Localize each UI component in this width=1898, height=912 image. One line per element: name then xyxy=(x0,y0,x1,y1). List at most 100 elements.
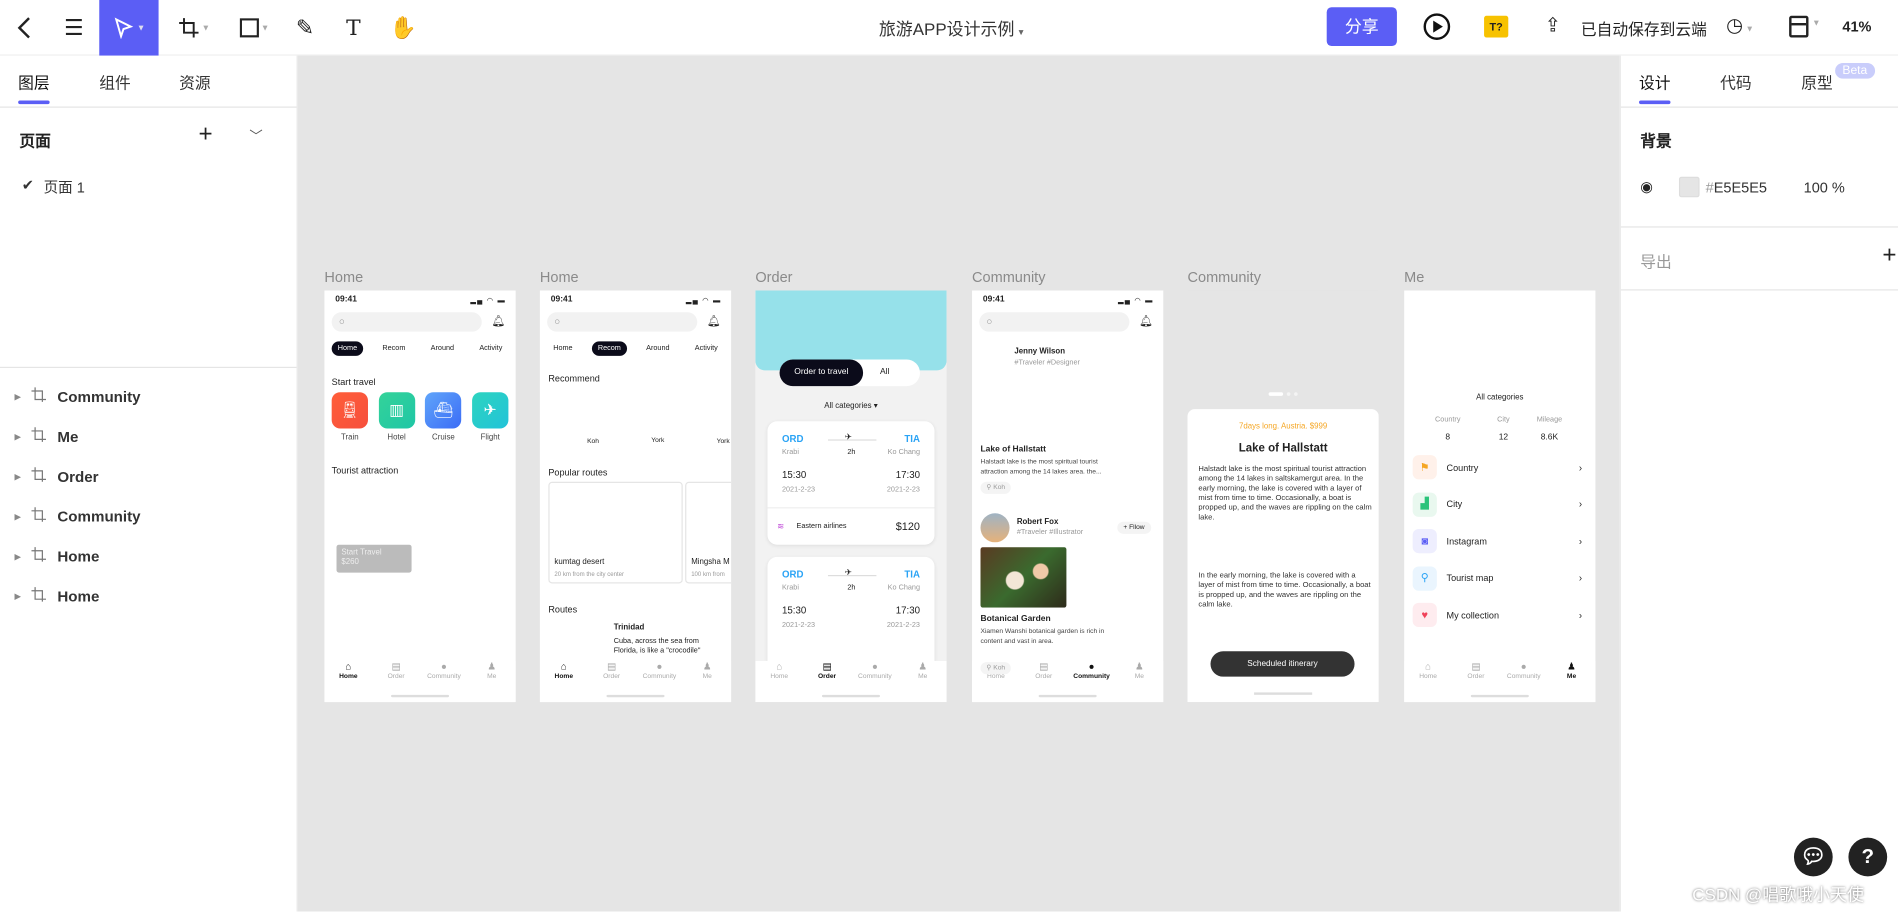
frame-label[interactable]: Order xyxy=(755,269,792,286)
service-train[interactable]: 🚆︎ Train xyxy=(331,392,368,442)
frame-label[interactable]: Home xyxy=(324,269,363,286)
nav-item-home[interactable]: ⌂Home xyxy=(757,661,801,702)
frame-label[interactable]: Me xyxy=(1404,269,1424,286)
frame-community-detail[interactable]: 7days long. Austria. $999 Lake of Hallst… xyxy=(1187,290,1379,703)
search-bar[interactable]: ○ xyxy=(979,312,1130,332)
rectangle-icon[interactable]: ▼ xyxy=(230,0,278,56)
tab-recom[interactable]: Recom xyxy=(376,341,411,356)
user-name[interactable]: Jenny Wilson xyxy=(1014,347,1065,355)
tab-activity[interactable]: Activity xyxy=(473,341,508,356)
back-button[interactable] xyxy=(0,0,48,56)
service-hotel[interactable]: ▥ Hotel xyxy=(378,392,415,442)
tab-recom[interactable]: Recom xyxy=(591,341,627,356)
pen-icon[interactable]: ✎ xyxy=(281,0,329,56)
route-title[interactable]: Trinidad xyxy=(614,623,645,631)
menu-item[interactable]: ⚑ Country › xyxy=(1412,455,1582,480)
tab-around[interactable]: Around xyxy=(640,341,676,356)
location-tag[interactable]: ⚲ Koh xyxy=(980,662,1012,675)
color-hex-field[interactable]: #E5E5E5 xyxy=(1706,179,1767,196)
route-card[interactable]: kumtag desert 20 km from the city center xyxy=(548,481,683,584)
add-export-button[interactable]: + xyxy=(1882,242,1896,270)
frame-home[interactable]: 09:41 ▂▄ ◠ ▬ ○ 🔔︎ Home Recom Around Activit… xyxy=(324,290,516,703)
layer-item[interactable]: ▶ Community xyxy=(15,506,141,527)
frame-home-recom[interactable]: 09:41 ▂▄ ◠ ▬ ○ 🔔︎ Home Recom Around Activit… xyxy=(539,290,732,703)
frame-community[interactable]: 09:41 ▂▄ ◠ ▬ ○ 🔔︎ Jenny Wilson #Traveler… xyxy=(972,290,1164,703)
carousel-dot-active[interactable] xyxy=(1268,392,1284,396)
tab-activity[interactable]: Activity xyxy=(689,341,724,356)
tab-code[interactable]: 代码 xyxy=(1720,70,1751,93)
service-flight[interactable]: ✈︎ Flight xyxy=(472,392,509,442)
tab-prototype[interactable]: 原型 xyxy=(1801,70,1832,93)
menu-item[interactable]: ▟ City › xyxy=(1412,492,1582,517)
frame-order[interactable]: Order to travel All All categories ▾ ORD… xyxy=(755,290,947,703)
layer-item[interactable]: ▶ Home xyxy=(15,546,99,567)
expand-arrow-icon[interactable]: ▶ xyxy=(15,511,22,521)
carousel-dot[interactable] xyxy=(1294,392,1298,396)
nav-item-home[interactable]: ⌂Home xyxy=(327,661,371,702)
add-page-button[interactable]: + xyxy=(199,121,213,149)
tab-around[interactable]: Around xyxy=(425,341,461,356)
tab-components[interactable]: 组件 xyxy=(99,70,130,93)
categories-dropdown[interactable]: All categories ▾ xyxy=(755,401,946,410)
promo-card[interactable]: Start Travel $260 xyxy=(336,544,412,573)
post-title[interactable]: Botanical Garden xyxy=(981,615,1051,623)
expand-arrow-icon[interactable]: ▶ xyxy=(15,591,22,601)
share-button[interactable]: 分享 xyxy=(1326,7,1397,46)
follow-button[interactable]: + Fllow xyxy=(1117,521,1151,534)
tab-layers[interactable]: 图层 xyxy=(18,70,50,105)
bell-icon[interactable]: 🔔︎ xyxy=(707,315,721,328)
service-cruise[interactable]: ⛴︎ Cruise xyxy=(425,392,462,442)
layer-item[interactable]: ▶ Home xyxy=(15,586,99,607)
layer-item[interactable]: ▶ Me xyxy=(15,426,78,447)
page-item[interactable]: ✔ 页面 1 xyxy=(22,177,85,198)
history-icon[interactable]: ◷ ▼ xyxy=(1726,13,1754,37)
bell-icon[interactable]: 🔔︎ xyxy=(1139,315,1153,328)
nav-item-me[interactable]: ♟ Me xyxy=(470,661,514,702)
place-label[interactable]: York xyxy=(717,438,730,445)
help-button[interactable]: ? xyxy=(1848,837,1888,877)
hand-icon[interactable]: ✋ xyxy=(379,0,427,56)
post-title[interactable]: Lake of Hallstatt xyxy=(981,445,1046,453)
toggle-order-to-travel[interactable]: Order to travel xyxy=(779,359,864,387)
eye-icon[interactable]: ◉ xyxy=(1640,178,1653,195)
user-name[interactable]: Robert Fox xyxy=(1017,518,1059,526)
document-title[interactable]: 旅游APP设计示例 ▼ xyxy=(879,17,1025,41)
frame-label[interactable]: Home xyxy=(540,269,579,286)
place-label[interactable]: Koh xyxy=(587,438,599,445)
tab-home[interactable]: Home xyxy=(547,341,578,356)
search-bar[interactable]: ○ xyxy=(331,312,482,332)
nav-item-me[interactable]: ♟ Me xyxy=(901,661,945,702)
zoom-level[interactable]: 41% xyxy=(1842,18,1871,35)
search-bar[interactable]: ○ xyxy=(547,312,698,332)
chevron-down-icon[interactable]: ﹀ xyxy=(249,126,262,145)
expand-arrow-icon[interactable]: ▶ xyxy=(15,432,22,441)
chat-help-button[interactable]: 💬︎ xyxy=(1793,837,1833,877)
menu-item[interactable]: ⚲ Tourist map › xyxy=(1412,565,1582,591)
route-card[interactable]: Mingsha M 100 km from xyxy=(685,481,732,584)
post-image[interactable] xyxy=(980,547,1067,608)
color-swatch[interactable] xyxy=(1678,176,1700,198)
ticket-card[interactable]: ORD ✈︎ TIA Krabi 2h Ko Chang 15:30 17:30… xyxy=(767,421,935,545)
expand-arrow-icon[interactable]: ▶ xyxy=(15,551,22,561)
text-icon[interactable]: T xyxy=(329,0,377,56)
menu-item[interactable]: ♥ My collection › xyxy=(1412,602,1582,628)
carousel-dot[interactable] xyxy=(1286,392,1291,396)
location-tag[interactable]: ⚲ Koh xyxy=(980,481,1012,494)
tab-assets[interactable]: 资源 xyxy=(179,70,210,93)
frame-crop-icon[interactable]: ▼ xyxy=(169,0,217,56)
chevron-down-icon[interactable]: ▼ xyxy=(1812,19,1820,27)
play-icon[interactable] xyxy=(1423,13,1451,40)
tab-design[interactable]: 设计 xyxy=(1639,70,1671,105)
ticket-card[interactable]: ORD ✈︎ TIA Krabi 2h Ko Chang 15:30 17:30… xyxy=(767,556,935,678)
frame-label[interactable]: Community xyxy=(1188,269,1261,286)
frame-me[interactable]: All categories Country 8 City 12 Mileage 8.6K… xyxy=(1404,290,1596,703)
expand-arrow-icon[interactable]: ▶ xyxy=(15,471,22,481)
nav-item-home[interactable]: ⌂Home xyxy=(1406,661,1450,702)
expand-arrow-icon[interactable]: ▶ xyxy=(15,392,22,401)
avatar[interactable] xyxy=(980,513,1010,543)
layout-icon[interactable] xyxy=(1789,15,1809,38)
layer-item[interactable]: ▶ Order xyxy=(15,466,99,487)
plugin-badge[interactable]: T? xyxy=(1484,15,1509,38)
tab-home[interactable]: Home xyxy=(331,341,364,356)
menu-icon[interactable]: ☰ xyxy=(50,0,98,56)
